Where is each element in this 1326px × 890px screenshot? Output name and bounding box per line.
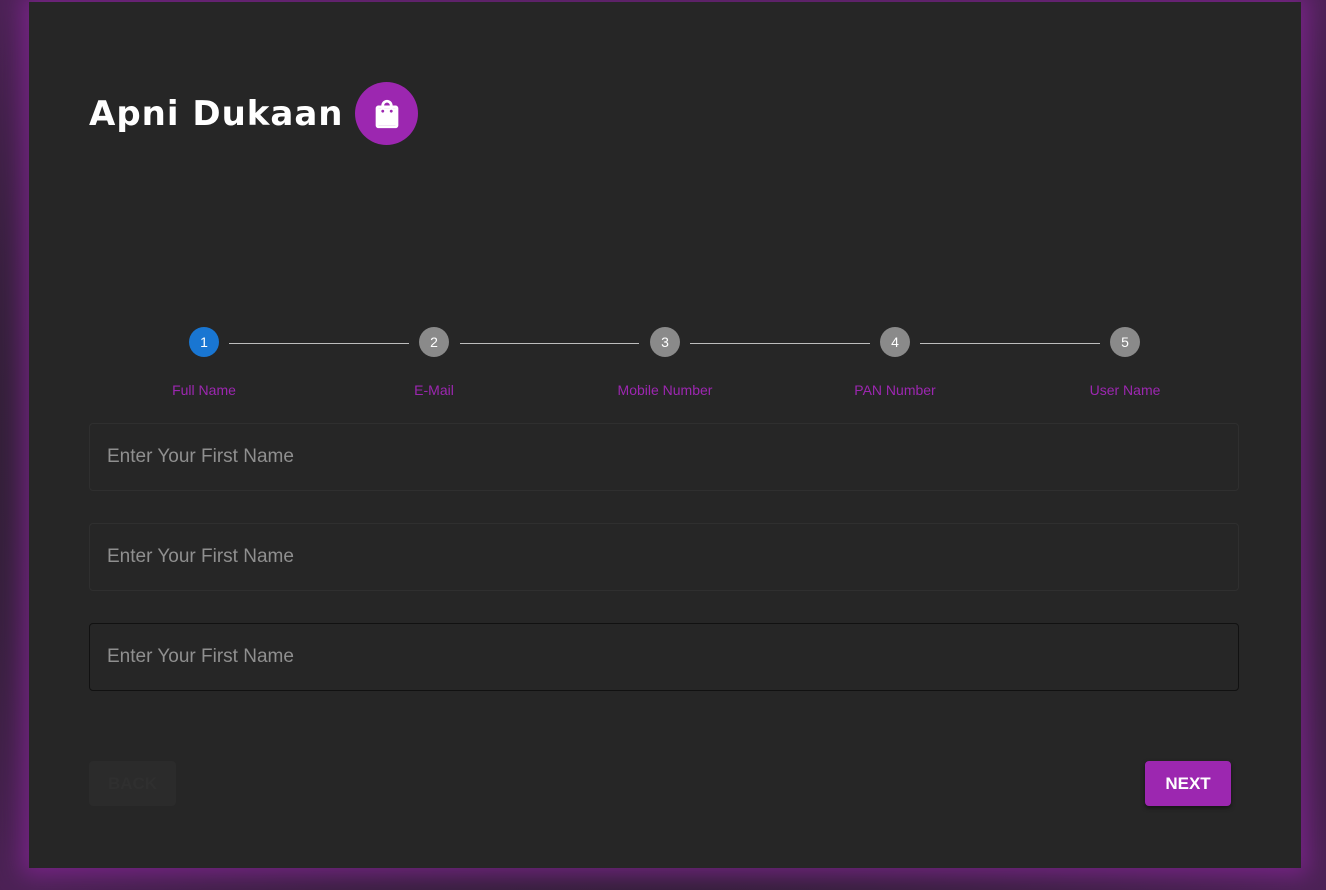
signup-card: Apni Dukaan 1 Full Name 2 E-Mail 3 Mobil… <box>29 2 1301 868</box>
first-name-input[interactable] <box>90 424 1238 490</box>
step-label: PAN Number <box>854 382 936 398</box>
first-name-input[interactable] <box>90 624 1238 690</box>
step-label: E-Mail <box>414 382 454 398</box>
step-label: Full Name <box>172 382 236 398</box>
back-button[interactable]: BACK <box>89 761 176 806</box>
step-number: 4 <box>880 327 910 357</box>
step-number: 1 <box>189 327 219 357</box>
step-number: 5 <box>1110 327 1140 357</box>
step-number: 3 <box>650 327 680 357</box>
step-email[interactable]: 2 E-Mail <box>319 326 549 398</box>
brand-title: Apni Dukaan <box>89 93 344 134</box>
progress-stepper: 1 Full Name 2 E-Mail 3 Mobile Number 4 P… <box>89 326 1241 406</box>
first-name-field <box>89 623 1239 691</box>
first-name-input[interactable] <box>90 524 1238 590</box>
step-label: Mobile Number <box>617 382 713 398</box>
brand-header: Apni Dukaan <box>89 82 419 145</box>
first-name-field <box>89 523 1239 591</box>
step-mobile-number[interactable]: 3 Mobile Number <box>550 326 780 398</box>
first-name-field <box>89 423 1239 491</box>
step-number: 2 <box>419 327 449 357</box>
step-pan-number[interactable]: 4 PAN Number <box>780 326 1010 398</box>
step-user-name[interactable]: 5 User Name <box>1010 326 1240 398</box>
shopping-bag-icon <box>355 82 419 145</box>
next-button[interactable]: NEXT <box>1145 761 1231 806</box>
step-full-name[interactable]: 1 Full Name <box>89 326 319 398</box>
step-label: User Name <box>1089 382 1161 398</box>
